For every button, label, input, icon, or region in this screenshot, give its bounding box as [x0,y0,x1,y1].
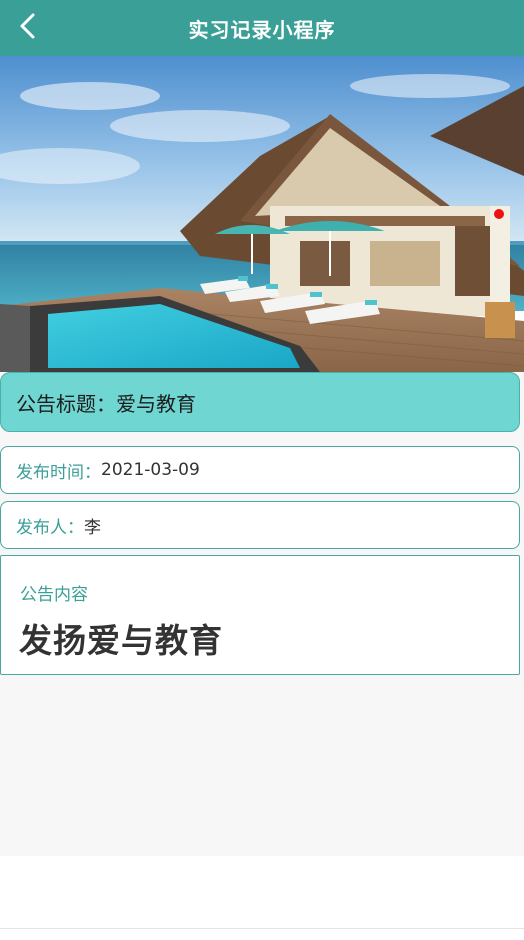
banner-image [0,56,524,372]
notice-title-value: 爱与教育 [116,391,196,416]
publish-time-label: 发布时间： [16,462,101,483]
app-screen: 实习记录小程序 公告标题： 爱与教育 发布时间： 2021-03-09 发布人：… [0,0,524,940]
notice-title-card: 公告标题： 爱与教育 [0,372,520,432]
chevron-left-icon [20,13,35,39]
notice-content-label: 公告内容 [20,585,88,605]
notice-content-card: 公告内容 发扬爱与教育 [0,555,520,675]
back-button[interactable] [8,6,48,46]
publish-time-row: 发布时间： 2021-03-09 [0,446,520,494]
notice-title-label: 公告标题： [16,391,116,416]
publish-time-value: 2021-03-09 [101,460,200,480]
bottom-divider [0,928,524,929]
notice-content-text: 发扬爱与教育 [19,621,223,660]
navigation-bar: 实习记录小程序 [0,0,524,56]
publisher-value: 李 [84,517,101,538]
publisher-row: 发布人： 李 [0,501,520,549]
page-title: 实习记录小程序 [188,17,336,42]
publisher-label: 发布人： [16,517,84,538]
notice-detail: 公告标题： 爱与教育 发布时间： 2021-03-09 发布人： 李 公告内容 … [0,372,524,856]
